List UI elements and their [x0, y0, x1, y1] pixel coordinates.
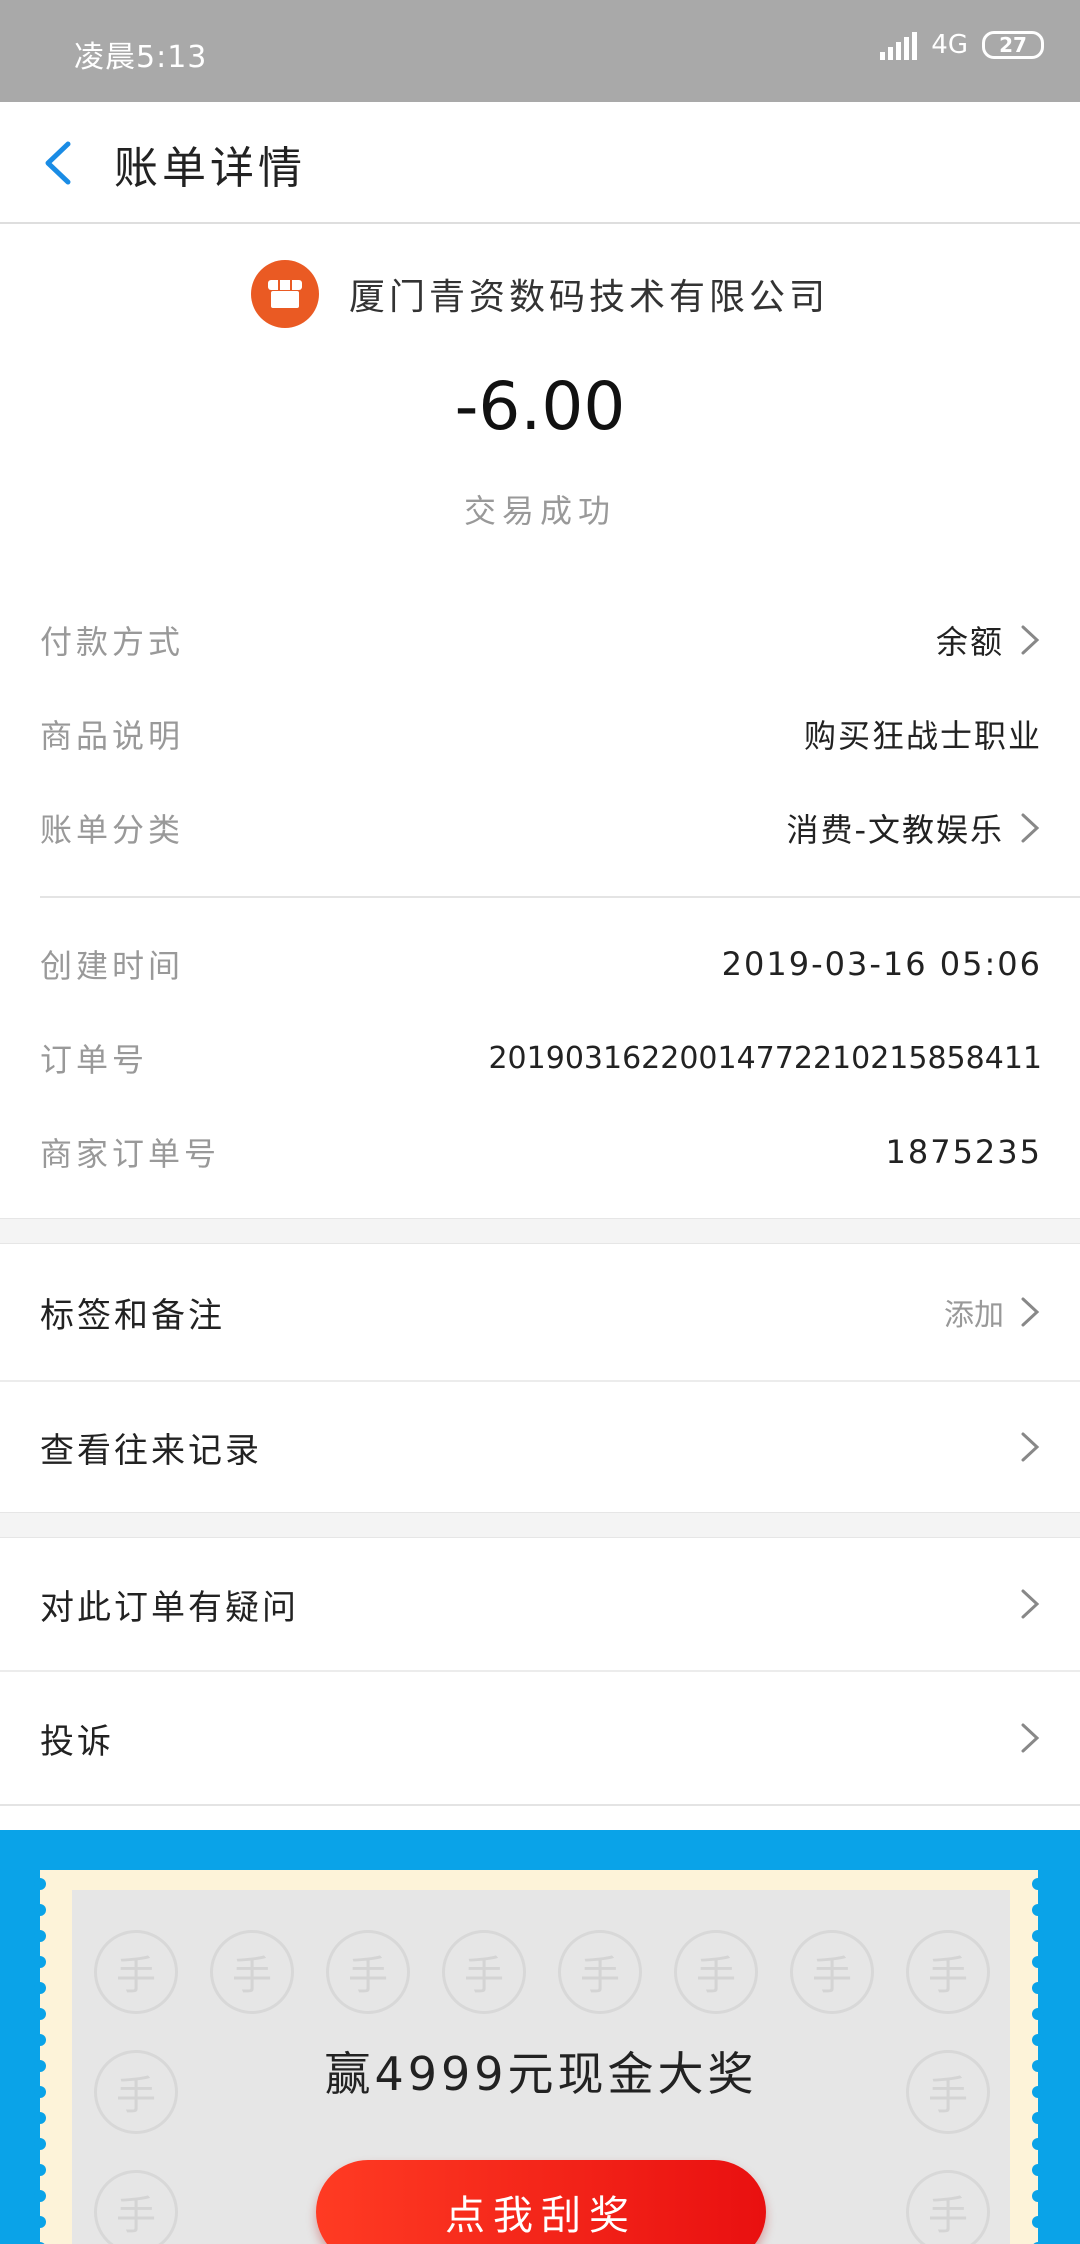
watermark-icon: 手 [674, 1930, 758, 2014]
chevron-right-icon [1021, 625, 1040, 655]
watermark-icon: 手 [94, 2170, 178, 2244]
promo-title: 赢4999元现金大奖 [324, 2047, 758, 2101]
watermark-icon: 手 [906, 2170, 990, 2244]
ticket-edge [34, 1878, 46, 2244]
merchant-name: 厦门青资数码技术有限公司 [348, 277, 829, 318]
product-value: 购买狂战士职业 [803, 717, 1042, 755]
category-label: 账单分类 [40, 811, 185, 849]
chevron-right-icon [1021, 813, 1040, 843]
transaction-status: 交易成功 [463, 492, 616, 530]
add-hint: 添加 [944, 1298, 1004, 1333]
watermark-icon: 手 [442, 1930, 526, 2014]
merchant-order-row: 商家订单号 1875235 [40, 1122, 1042, 1182]
scratch-prize-button[interactable]: 点我刮奖 [316, 2160, 766, 2244]
complaint-label: 投诉 [40, 1721, 114, 1762]
status-time: 凌晨5:13 [74, 40, 208, 75]
transaction-amount: -6.00 [454, 368, 626, 445]
watermark-icon: 手 [558, 1930, 642, 2014]
category-row[interactable]: 账单分类 消费-文教娱乐 [40, 798, 1042, 858]
product-row: 商品说明 购买狂战士职业 [40, 704, 1042, 764]
order-number-value: 20190316220014772210215858411 [488, 1040, 1042, 1076]
chevron-right-icon [1021, 1589, 1040, 1619]
battery-icon: 27 [982, 31, 1044, 59]
created-time-label: 创建时间 [40, 947, 185, 985]
history-row[interactable]: 查看往来记录 [0, 1382, 1080, 1512]
tags-notes-label: 标签和备注 [40, 1295, 225, 1336]
category-value: 消费-文教娱乐 [786, 811, 1004, 849]
scratch-area[interactable]: 手 手 手 手 手 手 手 手 手 手 手 手 赢4999元现金大奖 点我刮奖 [72, 1890, 1010, 2244]
product-label: 商品说明 [40, 717, 185, 755]
signal-icon [880, 30, 918, 60]
network-type: 4G [931, 30, 968, 60]
question-row[interactable]: 对此订单有疑问 [0, 1538, 1080, 1670]
created-time-value: 2019-03-16 05:06 [721, 945, 1042, 983]
chevron-left-icon [45, 141, 71, 185]
divider [0, 1804, 1080, 1806]
tags-notes-row[interactable]: 标签和备注 添加 [0, 1244, 1080, 1380]
watermark-icon: 手 [210, 1930, 294, 2014]
history-label: 查看往来记录 [40, 1430, 262, 1471]
payment-method-value: 余额 [935, 623, 1004, 661]
section-gap [0, 1512, 1080, 1538]
chevron-right-icon [1021, 1723, 1040, 1753]
complaint-row[interactable]: 投诉 [0, 1672, 1080, 1804]
merchant: 厦门青资数码技术有限公司 [0, 260, 1080, 328]
chevron-right-icon [1021, 1432, 1040, 1462]
battery-level: 27 [999, 33, 1027, 57]
watermark-icon: 手 [906, 1930, 990, 2014]
section-gap [0, 1218, 1080, 1244]
watermark-icon: 手 [94, 1930, 178, 2014]
order-number-row: 订单号 20190316220014772210215858411 [40, 1028, 1042, 1088]
ticket-edge [1032, 1878, 1044, 2244]
back-button[interactable] [36, 138, 86, 188]
watermark-icon: 手 [790, 1930, 874, 2014]
question-label: 对此订单有疑问 [40, 1587, 299, 1628]
watermark-icon: 手 [326, 1930, 410, 2014]
page-title: 账单详情 [114, 143, 306, 194]
order-number-label: 订单号 [40, 1041, 149, 1079]
payment-method-row[interactable]: 付款方式 余额 [40, 610, 1042, 670]
chevron-right-icon [1021, 1297, 1040, 1327]
status-indicators: 4G 27 [880, 30, 1044, 60]
merchant-order-value: 1875235 [885, 1133, 1042, 1171]
shop-icon [250, 260, 319, 328]
status-bar: 凌晨5:13 4G 27 [0, 0, 1080, 102]
promo-banner: 手 手 手 手 手 手 手 手 手 手 手 手 赢4999元现金大奖 点我刮奖 [0, 1830, 1080, 2244]
header: 账单详情 [0, 102, 1080, 224]
created-time-row: 创建时间 2019-03-16 05:06 [40, 934, 1042, 994]
divider [40, 896, 1080, 898]
payment-method-label: 付款方式 [40, 623, 185, 661]
merchant-order-label: 商家订单号 [40, 1135, 221, 1173]
